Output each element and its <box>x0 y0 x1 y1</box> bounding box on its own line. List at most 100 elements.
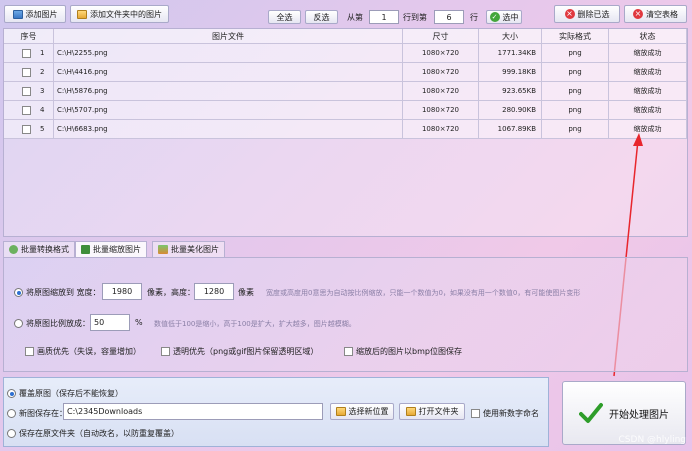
tab-beautify-image[interactable]: 批量美化图片 <box>152 241 225 257</box>
percent-label: % <box>135 318 143 327</box>
output-settings: 覆盖原图（保存后不能恢复） 新图保存在： C:\2345Downloads 选择… <box>3 377 549 447</box>
select-all-button[interactable]: 全选 <box>268 10 301 24</box>
row-format-cell: png <box>542 63 609 82</box>
swap-icon <box>9 245 18 254</box>
transparent-first-option[interactable]: 透明优先（png或gif图片保留透明区域） <box>161 346 318 357</box>
row-number: 1 <box>40 49 45 57</box>
row-number-cell: 3 <box>4 82 54 101</box>
row-file-cell: C:\H\4416.png <box>54 63 403 82</box>
row-size-cell: 1771.34KB <box>479 44 542 63</box>
row-checkbox[interactable] <box>22 48 31 58</box>
row-dimension-cell: 1080×720 <box>403 120 479 139</box>
keep-folder-radio[interactable] <box>7 429 16 438</box>
quality-first-checkbox[interactable] <box>25 347 34 356</box>
row-number-cell: 2 <box>4 63 54 82</box>
row-checkbox[interactable] <box>22 105 31 115</box>
file-table: 序号 图片文件 尺寸 大小 实际格式 状态 1 C:\H\2255.png 1080… <box>3 28 688 237</box>
table-row[interactable]: 4 C:\H\5707.png 1080×720 280.90KB png 缩放成功 <box>4 101 687 120</box>
new-name-option[interactable]: 使用新数字命名 <box>471 408 539 419</box>
row-number: 4 <box>40 106 45 114</box>
add-folder-button[interactable]: 添加文件夹中的图片 <box>70 5 169 23</box>
row-number-cell: 5 <box>4 120 54 139</box>
row-file-cell: C:\H\2255.png <box>54 44 403 63</box>
row-status-cell: 缩放成功 <box>609 101 687 120</box>
transparent-first-checkbox[interactable] <box>161 347 170 356</box>
row-size-cell: 923.65KB <box>479 82 542 101</box>
ratio-hint: 数值低于100是缩小，高于100是扩大，扩大越多，图片越模糊。 <box>154 320 356 328</box>
tab-convert-format[interactable]: 批量转换格式 <box>3 241 75 257</box>
clear-table-button[interactable]: × 清空表格 <box>624 5 687 23</box>
height-input[interactable]: 1280 <box>194 283 234 300</box>
save-new-radio[interactable] <box>7 409 16 418</box>
row-format-cell: png <box>542 44 609 63</box>
row-size-cell: 999.18KB <box>479 63 542 82</box>
choose-location-button[interactable]: 选择新位置 <box>330 403 394 420</box>
invert-selection-button[interactable]: 反选 <box>305 10 338 24</box>
table-row[interactable]: 3 C:\H\5876.png 1080×720 923.65KB png 缩放成功 <box>4 82 687 101</box>
save-path-input[interactable]: C:\2345Downloads <box>63 403 323 420</box>
row-format-cell: png <box>542 82 609 101</box>
col-header-file[interactable]: 图片文件 <box>54 29 403 44</box>
watermark: CSDN @hlyling <box>618 435 686 445</box>
overwrite-radio[interactable] <box>7 389 16 398</box>
col-header-size[interactable]: 大小 <box>479 29 542 44</box>
row-checkbox[interactable] <box>22 67 31 77</box>
scale-to-size-option[interactable]: 将原图缩放到 宽度： <box>14 287 101 298</box>
row-number: 3 <box>40 87 45 95</box>
quality-first-option[interactable]: 画质优先（失误，容量增加） <box>25 346 141 357</box>
from-label: 从第 <box>347 13 363 22</box>
to-row-input[interactable]: 6 <box>434 10 464 24</box>
save-new-option[interactable]: 新图保存在： <box>7 408 67 419</box>
checkmark-icon <box>579 403 603 423</box>
delete-selected-button[interactable]: × 删除已选 <box>554 5 620 23</box>
row-checkbox[interactable] <box>22 86 31 96</box>
row-checkbox[interactable] <box>22 124 31 134</box>
col-header-status[interactable]: 状态 <box>609 29 687 44</box>
image-icon <box>12 9 23 19</box>
keep-folder-option[interactable]: 保存在原文件夹（自动改名，以防重复覆盖） <box>7 428 179 439</box>
open-folder-icon <box>405 407 416 416</box>
table-row[interactable]: 1 C:\H\2255.png 1080×720 1771.34KB png 缩放成功 <box>4 44 687 63</box>
size-hint: 宽度或高度用0意思为自动按比例缩放，只能一个数值为0，如果没有用一个数值0，有可… <box>266 289 581 297</box>
scale-ratio-option[interactable]: 将原图比例放成： <box>14 318 90 329</box>
save-bmp-checkbox[interactable] <box>344 347 353 356</box>
row-format-cell: png <box>542 101 609 120</box>
ratio-input[interactable]: 50 <box>90 314 130 331</box>
row-status-cell: 缩放成功 <box>609 44 687 63</box>
delete-icon: × <box>564 9 575 19</box>
table-row[interactable]: 2 C:\H\4416.png 1080×720 999.18KB png 缩放成功 <box>4 63 687 82</box>
row-file-cell: C:\H\6683.png <box>54 120 403 139</box>
add-image-button[interactable]: 添加图片 <box>4 5 66 23</box>
from-row-input[interactable]: 1 <box>369 10 399 24</box>
tab-scale-image[interactable]: 批量缩放图片 <box>75 241 147 257</box>
row-dimension-cell: 1080×720 <box>403 44 479 63</box>
row-dimension-cell: 1080×720 <box>403 82 479 101</box>
overwrite-option[interactable]: 覆盖原图（保存后不能恢复） <box>7 388 123 399</box>
row-file-cell: C:\H\5876.png <box>54 82 403 101</box>
table-header: 序号 图片文件 尺寸 大小 实际格式 状态 <box>4 29 687 44</box>
width-input[interactable]: 1980 <box>102 283 142 300</box>
select-rows-button[interactable]: ✓ 选中 <box>486 10 522 24</box>
new-name-checkbox[interactable] <box>471 409 480 418</box>
row-size-cell: 280.90KB <box>479 101 542 120</box>
row-dimension-cell: 1080×720 <box>403 101 479 120</box>
scale-to-size-radio[interactable] <box>14 288 23 297</box>
row-status-cell: 缩放成功 <box>609 63 687 82</box>
row-number: 2 <box>40 68 45 76</box>
row-size-cell: 1067.89KB <box>479 120 542 139</box>
resize-icon <box>81 245 90 254</box>
check-icon: ✓ <box>489 12 500 22</box>
col-header-no[interactable]: 序号 <box>4 29 54 44</box>
col-header-dimension[interactable]: 尺寸 <box>403 29 479 44</box>
row-dimension-cell: 1080×720 <box>403 63 479 82</box>
row-format-cell: png <box>542 120 609 139</box>
row-number-cell: 1 <box>4 44 54 63</box>
table-row[interactable]: 5 C:\H\6683.png 1080×720 1067.89KB png 缩放成功 <box>4 120 687 139</box>
save-bmp-option[interactable]: 缩放后的图片以bmp位图保存 <box>344 346 462 357</box>
px-label: 像素 <box>238 288 254 297</box>
picture-icon <box>158 245 168 254</box>
open-folder-button[interactable]: 打开文件夹 <box>399 403 465 420</box>
col-header-format[interactable]: 实际格式 <box>542 29 609 44</box>
scale-ratio-radio[interactable] <box>14 319 23 328</box>
folder-icon <box>77 9 87 19</box>
